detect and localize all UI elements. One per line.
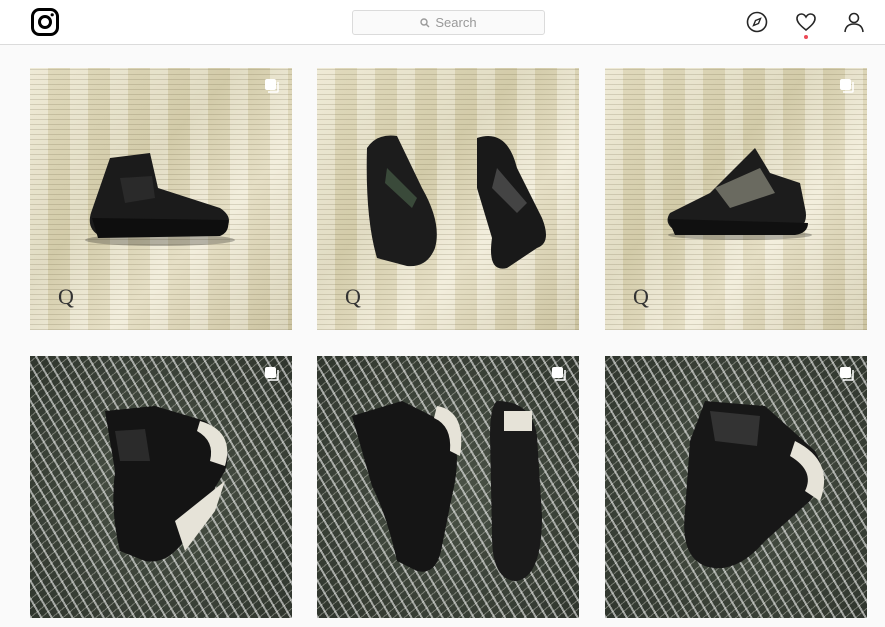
sneaker-image <box>684 401 825 569</box>
notification-dot <box>804 35 808 39</box>
post-thumbnail[interactable] <box>605 356 867 618</box>
carousel-icon <box>265 79 279 93</box>
search-icon <box>420 17 430 27</box>
post-thumbnail[interactable]: Q <box>30 68 292 330</box>
sneaker-image <box>366 135 546 269</box>
post-watermark: Q <box>58 284 74 309</box>
instagram-logo-icon[interactable] <box>31 8 59 36</box>
post-thumbnail[interactable] <box>317 356 579 618</box>
search-input[interactable]: Search <box>352 10 545 35</box>
carousel-icon <box>840 367 854 381</box>
sneaker-image <box>667 148 812 240</box>
post-thumbnail[interactable]: Q <box>605 68 867 330</box>
sneaker-image <box>85 153 235 246</box>
profile-icon[interactable] <box>843 11 865 33</box>
heart-icon[interactable] <box>795 11 817 33</box>
top-navigation-bar: Search <box>0 0 885 45</box>
post-thumbnail[interactable] <box>30 356 292 618</box>
search-placeholder: Search <box>435 15 477 30</box>
carousel-icon <box>265 367 279 381</box>
sneaker-image <box>352 401 542 581</box>
carousel-icon <box>552 367 566 381</box>
sneaker-image <box>105 406 228 562</box>
carousel-icon <box>840 79 854 93</box>
explore-compass-icon[interactable] <box>746 11 768 33</box>
post-thumbnail[interactable]: Q <box>317 68 579 330</box>
post-watermark: Q <box>345 284 361 309</box>
post-watermark: Q <box>633 284 649 309</box>
